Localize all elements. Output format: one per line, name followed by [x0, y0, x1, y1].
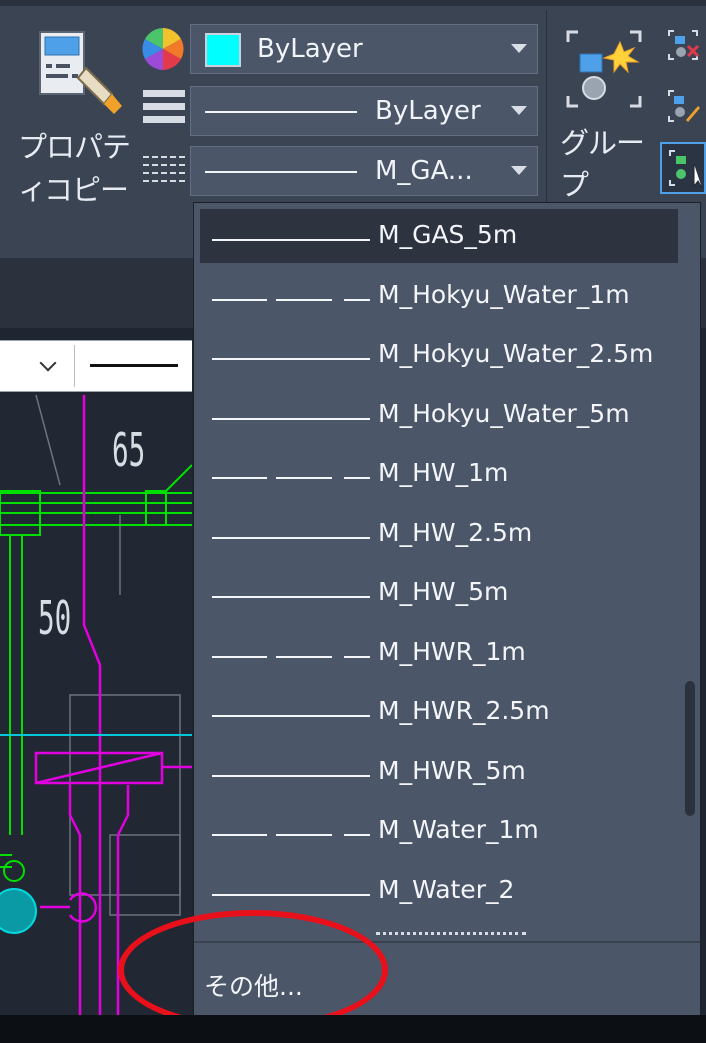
group-edit-icon[interactable] — [666, 88, 700, 124]
dropdown-item-label: M_Water_2 — [378, 874, 515, 904]
linestyle-sample — [205, 171, 357, 173]
linetype-preview — [212, 239, 370, 241]
color-wheel-icon — [142, 28, 184, 70]
group-selection-toggle[interactable] — [660, 142, 706, 194]
ungroup-icon[interactable] — [666, 28, 700, 62]
dropdown-item[interactable]: M_HWR_5m — [200, 745, 678, 799]
linetype-preview — [212, 596, 370, 598]
linetype-preview — [212, 536, 370, 539]
linetype-preview — [212, 417, 370, 420]
linetype-preview — [212, 774, 370, 777]
dropdown-item-label: M_HWR_5m — [378, 755, 526, 785]
group-button[interactable]: グループ — [556, 24, 656, 202]
linetype-combo[interactable]: ByLayer — [190, 86, 538, 136]
dropdown-item-label: M_HWR_1m — [378, 636, 526, 666]
ribbon-top-edge — [0, 0, 706, 6]
scrollbar-thumb[interactable] — [685, 681, 695, 816]
linetype-preview — [212, 834, 370, 836]
dropdown-item[interactable]: M_Hokyu_Water_5m — [200, 388, 678, 442]
linetype-sample — [205, 111, 357, 113]
dropdown-item-label: M_HW_2.5m — [378, 517, 533, 547]
group-icon — [566, 30, 642, 108]
match-properties-button[interactable]: プロパティ コピー — [14, 22, 132, 207]
dropdown-item-label: M_Hokyu_Water_2.5m — [378, 339, 654, 368]
dropdown-item[interactable]: M_Hokyu_Water_2.5m — [200, 328, 678, 382]
chevron-down-icon[interactable] — [39, 354, 57, 372]
linetype-preview — [212, 893, 370, 896]
color-combo-value: ByLayer — [257, 34, 363, 64]
dropdown-item[interactable]: M_Water_1m — [200, 804, 678, 858]
group-label: グループ — [560, 126, 645, 202]
linetype-icon — [143, 88, 185, 132]
chevron-down-icon[interactable] — [511, 106, 527, 115]
color-combo[interactable]: ByLayer — [190, 24, 538, 74]
highlight-ellipse — [118, 910, 388, 1030]
dropdown-item[interactable]: M_HW_1m — [200, 447, 678, 501]
linetype-combo-value: ByLayer — [375, 96, 481, 126]
linetype-preview — [212, 477, 370, 479]
scrollbar[interactable] — [682, 211, 698, 941]
dropdown-item-label: M_Hokyu_Water_1m — [378, 279, 630, 309]
group-selection-icon — [669, 150, 703, 189]
linetype-preview — [212, 298, 370, 301]
dimension-label-50: 50 — [38, 591, 72, 645]
linetype-preview — [212, 655, 370, 658]
match-properties-icon — [39, 31, 122, 114]
dropdown-item-label: M_HW_5m — [378, 577, 509, 606]
linetype-dropdown-list[interactable]: M_GAS_5m M_Hokyu_Water_1m M_Hokyu_Water_2.… — [193, 202, 701, 1015]
linestyle-combo-value: M_GA... — [375, 156, 473, 186]
drawing-canvas[interactable]: 65 50 — [0, 395, 192, 1015]
clipped-next-item — [372, 928, 532, 938]
strip-divider — [74, 345, 75, 387]
strip-line-sample — [90, 364, 178, 367]
chevron-down-icon[interactable] — [511, 166, 527, 175]
status-bar — [0, 1015, 706, 1043]
properties-strip — [0, 340, 192, 392]
dropdown-item-label: M_GAS_5m — [378, 220, 518, 249]
color-swatch — [205, 33, 241, 67]
dropdown-item[interactable]: M_HWR_1m — [200, 626, 678, 680]
dropdown-item[interactable]: M_HWR_2.5m — [200, 685, 678, 739]
dropdown-item-label: M_Water_1m — [378, 815, 539, 844]
cad-drawing — [0, 395, 192, 1015]
dimension-label-65: 65 — [112, 423, 146, 477]
dropdown-item-label: M_HWR_2.5m — [378, 696, 550, 725]
dropdown-item-label: M_Hokyu_Water_5m — [378, 398, 630, 428]
linetype-preview — [212, 715, 370, 717]
dropdown-item[interactable]: M_HW_2.5m — [200, 507, 678, 561]
dropdown-item-label: M_HW_1m — [378, 458, 509, 487]
dropdown-item[interactable]: M_Water_2 — [200, 864, 678, 918]
dropdown-item[interactable]: M_GAS_5m — [200, 209, 678, 263]
lineweight-icon — [143, 154, 185, 186]
dropdown-item[interactable]: M_HW_5m — [200, 566, 678, 620]
linetype-preview — [212, 358, 370, 360]
match-properties-label-line2: コピー — [44, 173, 129, 207]
linestyle-combo[interactable]: M_GA... — [190, 146, 538, 196]
chevron-down-icon[interactable] — [511, 44, 527, 53]
dropdown-item[interactable]: M_Hokyu_Water_1m — [200, 269, 678, 323]
